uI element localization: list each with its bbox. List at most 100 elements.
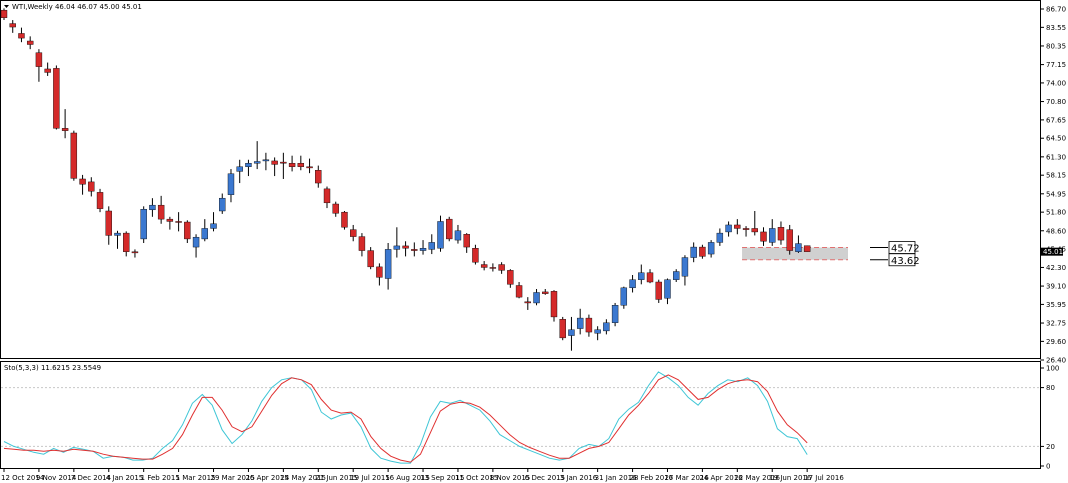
candle-body — [0, 9, 8, 18]
price-axis: 86.70 83.55 80.35 77.15 74.00 70.80 67.65 64.50… — [1040, 6, 1066, 365]
candle-body — [315, 170, 322, 184]
candle-body — [646, 272, 654, 283]
candle-body — [35, 52, 43, 67]
candle-body — [777, 227, 785, 241]
candle-body — [245, 163, 252, 167]
main-header-label: WTI,Weekly 46.04 46.07 45.00 45.01 — [12, 3, 142, 11]
candle-body — [524, 301, 531, 304]
candle-body — [411, 249, 418, 251]
candle-body — [498, 264, 505, 271]
candle-body — [323, 188, 331, 204]
candle-body — [446, 218, 453, 240]
candle-body — [105, 210, 112, 236]
candle-body — [88, 181, 95, 192]
candle-body — [9, 23, 16, 28]
candle-body — [236, 166, 243, 172]
candle-body — [620, 287, 628, 306]
candle-body — [480, 264, 488, 268]
price-tick-label: 32.75 — [1046, 320, 1066, 328]
candle-body — [594, 329, 601, 334]
price-marker-label: 45.01 — [1043, 248, 1063, 256]
candle-body — [18, 33, 25, 39]
price-tick-label: 42.30 — [1046, 264, 1066, 272]
osc-tick-label: 0 — [1046, 463, 1050, 471]
candle-body — [131, 251, 139, 254]
zone-lower-label: 43.62 — [891, 256, 920, 267]
candle-body — [507, 270, 514, 285]
candle-body — [306, 166, 313, 169]
price-tick-label: 29.60 — [1046, 338, 1066, 346]
osc-header-label: Sto(5,3,3) 11.6215 23.5549 — [4, 364, 101, 372]
candle-body — [795, 243, 802, 252]
candle-body — [175, 221, 182, 223]
candle-body — [341, 211, 348, 228]
support-resistance-zone — [742, 247, 848, 261]
price-tick-label: 80.35 — [1046, 42, 1066, 50]
candle-body — [751, 228, 758, 233]
price-tick-label: 35.95 — [1046, 301, 1066, 309]
candle-body — [681, 257, 689, 277]
osc-tick-label: 20 — [1046, 443, 1055, 451]
candle-body — [673, 271, 680, 280]
candle-body — [559, 319, 566, 339]
candle-body — [576, 317, 584, 329]
candle-body — [585, 317, 593, 333]
main-panel-frame — [0, 0, 1041, 359]
candle-body — [184, 221, 191, 240]
candle-body — [96, 192, 104, 209]
candle-body — [262, 159, 270, 162]
candle-body — [332, 203, 339, 214]
candle-body — [419, 248, 427, 251]
candle-body — [79, 178, 86, 185]
candle-body — [725, 224, 732, 233]
candle-body — [542, 291, 549, 294]
candle-body — [114, 232, 121, 236]
candle-body — [192, 236, 200, 248]
candle-body — [157, 204, 165, 220]
chart-area[interactable]: 86.70 83.55 80.35 77.15 74.00 70.80 67.65 64.50… — [0, 0, 1068, 483]
osc-panel-frame — [0, 361, 1041, 469]
price-tick-label: 64.50 — [1046, 135, 1066, 143]
price-tick-label: 51.80 — [1046, 209, 1066, 217]
candle-body — [149, 204, 156, 211]
time-tick-label: 19 Jul 2015 — [350, 474, 390, 482]
candle-body — [350, 229, 357, 237]
candle-body — [376, 266, 383, 278]
candle-body — [437, 221, 444, 249]
candle-body — [44, 68, 51, 73]
candle-body — [603, 322, 610, 332]
candle-body — [716, 232, 724, 243]
candle-body — [533, 292, 540, 304]
time-tick-label: 4 Jan 2015 — [106, 474, 144, 482]
candle-body — [219, 197, 226, 212]
price-tick-label: 58.15 — [1046, 172, 1066, 180]
candle-body — [515, 285, 523, 298]
price-tick-label: 26.40 — [1046, 357, 1066, 365]
candle-body — [393, 245, 401, 250]
candle-body — [384, 249, 392, 279]
candle-body — [288, 163, 296, 167]
candle-body — [760, 231, 767, 242]
candle-body — [53, 68, 60, 129]
candle-body — [402, 245, 409, 249]
candle-body — [201, 228, 208, 240]
candle-body — [367, 250, 374, 268]
time-axis: 12 Oct 20149 Nov 20147 Dec 20144 Jan 201… — [1, 468, 844, 482]
price-tick-label: 77.15 — [1046, 61, 1066, 69]
zone-fill — [742, 247, 848, 260]
price-tick-label: 39.10 — [1046, 283, 1066, 291]
time-tick-label: 17 Jul 2016 — [804, 474, 844, 482]
price-tick-label: 61.30 — [1046, 153, 1066, 161]
candle-body — [70, 132, 78, 179]
price-tick-label: 86.70 — [1046, 6, 1066, 14]
price-tick-label: 70.80 — [1046, 98, 1066, 106]
chart-svg[interactable]: 86.70 83.55 80.35 77.15 74.00 70.80 67.65 64.50… — [0, 0, 1068, 483]
candle-body — [358, 236, 366, 251]
candle-body — [61, 128, 69, 131]
candle-body — [742, 228, 750, 230]
candle-body — [611, 305, 619, 323]
osc-tick-label: 80 — [1046, 384, 1055, 392]
candle-body — [769, 228, 776, 243]
osc-axis: 100 80 20 0 — [1040, 365, 1059, 471]
candle-body — [454, 230, 462, 241]
